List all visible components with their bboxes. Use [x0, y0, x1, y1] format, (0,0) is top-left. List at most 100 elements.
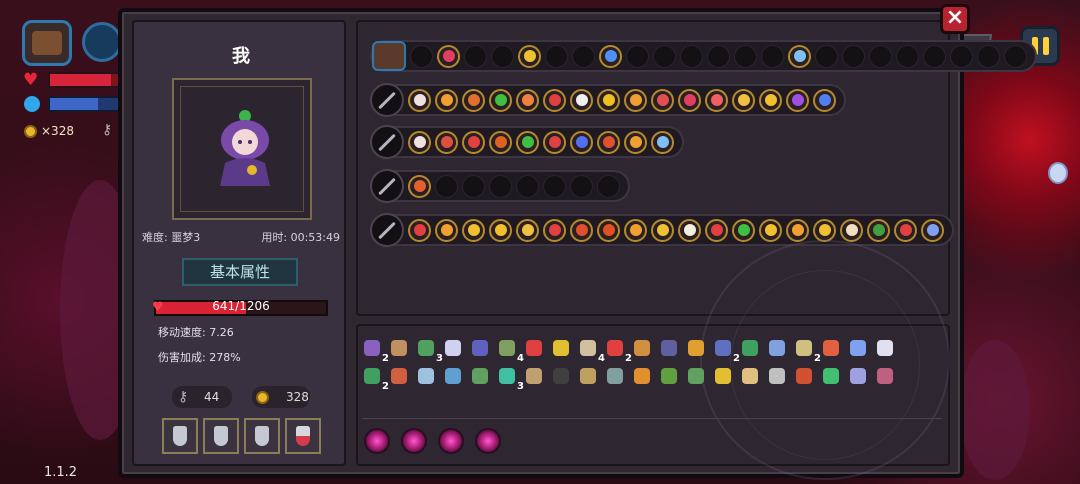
- spell-slot[interactable]: [489, 218, 512, 242]
- spell-slot[interactable]: [435, 218, 458, 242]
- spell-slot[interactable]: [597, 218, 620, 242]
- spell-slot[interactable]: [734, 44, 757, 68]
- inventory-item[interactable]: [873, 336, 897, 360]
- spell-slot[interactable]: [896, 44, 919, 68]
- spell-slot[interactable]: [707, 44, 730, 68]
- inventory-item[interactable]: [522, 336, 546, 360]
- spell-slot[interactable]: [489, 130, 512, 154]
- spell-slot[interactable]: [408, 88, 431, 112]
- inventory-item[interactable]: [846, 364, 870, 388]
- potion-slot[interactable]: [162, 418, 198, 454]
- spell-slot[interactable]: [543, 218, 566, 242]
- spell-slot[interactable]: [516, 218, 539, 242]
- spell-slot[interactable]: [788, 44, 811, 68]
- basic-attributes-button[interactable]: 基本属性: [182, 258, 298, 286]
- backpack-button[interactable]: [22, 20, 72, 66]
- inventory-item[interactable]: [684, 336, 708, 360]
- magic-orb[interactable]: [438, 428, 464, 454]
- spell-slot[interactable]: [516, 88, 539, 112]
- potion-slot[interactable]: [285, 418, 321, 454]
- inventory-item[interactable]: 2: [711, 336, 740, 364]
- spell-slot[interactable]: [653, 44, 676, 68]
- inventory-item[interactable]: [468, 336, 492, 360]
- spell-slot[interactable]: [516, 130, 539, 154]
- wand-4-icon[interactable]: [370, 213, 404, 247]
- spell-slot[interactable]: [408, 174, 431, 198]
- spell-slot[interactable]: [545, 44, 568, 68]
- inventory-item[interactable]: [819, 364, 843, 388]
- spell-slot[interactable]: [705, 88, 728, 112]
- magic-orb[interactable]: [364, 428, 390, 454]
- spell-slot[interactable]: [624, 88, 647, 112]
- wand-2-icon[interactable]: [370, 125, 404, 159]
- inventory-item[interactable]: [387, 336, 411, 360]
- spell-slot[interactable]: [1004, 44, 1027, 68]
- inventory-item[interactable]: 2: [792, 336, 821, 364]
- backpack-icon[interactable]: [372, 41, 406, 71]
- potion-slot[interactable]: [244, 418, 280, 454]
- inventory-item[interactable]: [765, 336, 789, 360]
- spell-slot[interactable]: [408, 130, 431, 154]
- spell-slot[interactable]: [599, 44, 622, 68]
- spell-slot[interactable]: [570, 130, 593, 154]
- spell-slot[interactable]: [786, 218, 809, 242]
- spell-slot[interactable]: [464, 44, 487, 68]
- inventory-item[interactable]: [630, 364, 654, 388]
- wand-1-icon[interactable]: [370, 83, 404, 117]
- spell-slot[interactable]: [680, 44, 703, 68]
- spell-slot[interactable]: [570, 218, 593, 242]
- inventory-item[interactable]: [792, 364, 816, 388]
- magic-orb[interactable]: [401, 428, 427, 454]
- spell-slot[interactable]: [462, 88, 485, 112]
- spell-slot[interactable]: [410, 44, 433, 68]
- spell-slot[interactable]: [462, 218, 485, 242]
- inventory-item[interactable]: [657, 336, 681, 360]
- spell-slot[interactable]: [489, 88, 512, 112]
- spell-slot[interactable]: [651, 218, 674, 242]
- spell-slot[interactable]: [408, 218, 431, 242]
- spell-slot[interactable]: [462, 174, 485, 198]
- inventory-item[interactable]: [684, 364, 708, 388]
- spell-slot[interactable]: [543, 88, 566, 112]
- spell-slot[interactable]: [437, 44, 460, 68]
- current-wand-icon[interactable]: [82, 22, 122, 62]
- inventory-item[interactable]: [603, 364, 627, 388]
- spell-slot[interactable]: [705, 218, 728, 242]
- spell-slot[interactable]: [435, 174, 458, 198]
- spell-slot[interactable]: [840, 218, 863, 242]
- inventory-item[interactable]: 4: [495, 336, 524, 364]
- spell-slot[interactable]: [921, 218, 944, 242]
- spell-slot[interactable]: [759, 218, 782, 242]
- inventory-item[interactable]: [873, 364, 897, 388]
- spell-slot[interactable]: [518, 44, 541, 68]
- spell-slot[interactable]: [543, 174, 566, 198]
- inventory-item[interactable]: [387, 364, 411, 388]
- spell-slot[interactable]: [732, 218, 755, 242]
- spell-slot[interactable]: [570, 174, 593, 198]
- wand-3-icon[interactable]: [370, 169, 404, 203]
- inventory-item[interactable]: [576, 364, 600, 388]
- inventory-item[interactable]: [441, 364, 465, 388]
- spell-slot[interactable]: [678, 88, 701, 112]
- inventory-item[interactable]: [414, 364, 438, 388]
- spell-slot[interactable]: [624, 218, 647, 242]
- close-button[interactable]: ×: [940, 4, 970, 34]
- spell-slot[interactable]: [842, 44, 865, 68]
- spell-slot[interactable]: [869, 44, 892, 68]
- spell-slot[interactable]: [977, 44, 1000, 68]
- inventory-item[interactable]: [549, 336, 573, 360]
- spell-slot[interactable]: [651, 130, 674, 154]
- spell-slot[interactable]: [626, 44, 649, 68]
- spell-slot[interactable]: [815, 44, 838, 68]
- inventory-item[interactable]: 2: [360, 336, 389, 364]
- inventory-item[interactable]: 4: [576, 336, 605, 364]
- spell-slot[interactable]: [572, 44, 595, 68]
- inventory-item[interactable]: 2: [360, 364, 389, 392]
- spell-slot[interactable]: [732, 88, 755, 112]
- spell-slot[interactable]: [516, 174, 539, 198]
- spell-slot[interactable]: [813, 218, 836, 242]
- spell-slot[interactable]: [761, 44, 784, 68]
- inventory-item[interactable]: [738, 364, 762, 388]
- spell-slot[interactable]: [894, 218, 917, 242]
- inventory-item[interactable]: [522, 364, 546, 388]
